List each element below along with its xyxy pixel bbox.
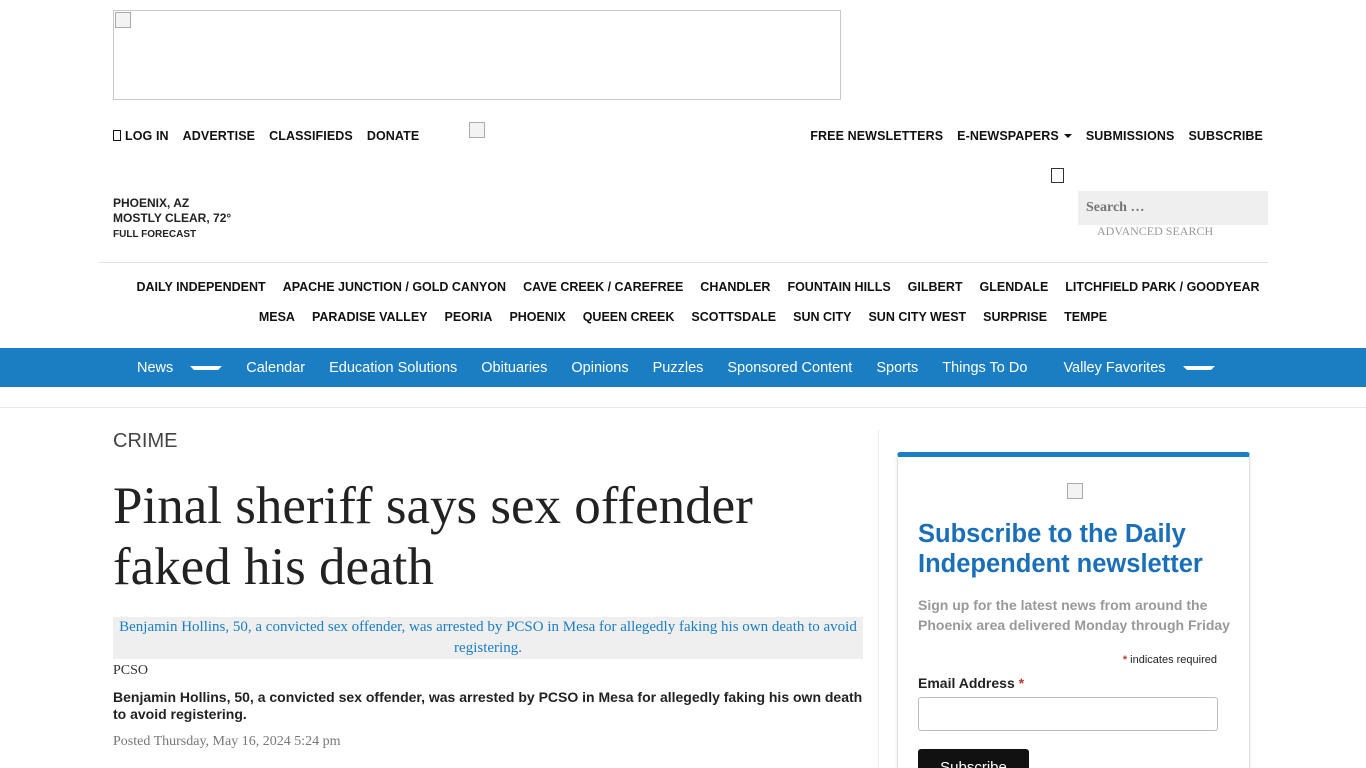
enewspapers-dropdown[interactable]: E-NEWSPAPERS xyxy=(957,129,1072,143)
nav-education-solutions[interactable]: Education Solutions xyxy=(317,360,469,376)
nav-divider xyxy=(0,407,1366,408)
weather-widget: PHOENIX, AZ MOSTLY CLEAR, 72° FULL FOREC… xyxy=(113,196,231,242)
top-nav-right: FREE NEWSLETTERS E-NEWSPAPERS SUBMISSION… xyxy=(810,129,1263,143)
advertise-link[interactable]: ADVERTISE xyxy=(183,129,255,143)
city-link[interactable]: TEMPE xyxy=(1064,310,1107,324)
city-link[interactable]: SURPRISE xyxy=(983,310,1047,324)
header-divider xyxy=(99,262,1268,263)
city-link[interactable]: MESA xyxy=(259,310,295,324)
search-input[interactable] xyxy=(1078,191,1268,225)
donate-link[interactable]: DONATE xyxy=(367,129,419,143)
nav-news[interactable]: News xyxy=(113,360,234,376)
city-link[interactable]: DAILY INDEPENDENT xyxy=(136,280,265,294)
caret-down-icon xyxy=(190,365,223,370)
city-link[interactable]: SUN CITY xyxy=(793,310,851,324)
email-field[interactable] xyxy=(918,697,1218,731)
article-headline: Pinal sheriff says sex offender faked hi… xyxy=(113,477,753,596)
city-link[interactable]: PEORIA xyxy=(445,310,493,324)
city-link[interactable]: QUEEN CREEK xyxy=(583,310,675,324)
advanced-search-link[interactable]: ADVANCED SEARCH xyxy=(1097,224,1213,239)
city-link[interactable]: FOUNTAIN HILLS xyxy=(787,280,890,294)
section-label[interactable]: CRIME xyxy=(113,430,177,453)
city-link[interactable]: PHOENIX xyxy=(509,310,565,324)
photo-caption: Benjamin Hollins, 50, a convicted sex of… xyxy=(113,689,863,722)
newsletter-logo xyxy=(1067,483,1083,499)
city-link[interactable]: SUN CITY WEST xyxy=(868,310,966,324)
weather-condition: MOSTLY CLEAR, 72° xyxy=(113,211,232,225)
free-newsletters-link[interactable]: FREE NEWSLETTERS xyxy=(810,129,943,143)
city-link[interactable]: LITCHFIELD PARK / GOODYEAR xyxy=(1065,280,1259,294)
menu-toggle-icon[interactable] xyxy=(1051,168,1064,183)
cities-nav-row-1: DAILY INDEPENDENT APACHE JUNCTION / GOLD … xyxy=(0,280,1366,294)
subscribe-link[interactable]: SUBSCRIBE xyxy=(1188,129,1263,143)
full-forecast-link[interactable]: FULL FORECAST xyxy=(113,227,231,242)
subscribe-button[interactable]: Subscribe xyxy=(918,749,1029,768)
required-note: * indicates required xyxy=(1122,654,1217,666)
required-star: * xyxy=(1122,654,1128,666)
weather-location: PHOENIX, AZ xyxy=(113,196,190,210)
nav-obituaries[interactable]: Obituaries xyxy=(469,360,559,376)
main-nav-bar: News Calendar Education Solutions Obitua… xyxy=(0,348,1366,387)
article-photo[interactable]: Benjamin Hollins, 50, a convicted sex of… xyxy=(113,617,863,659)
photo-credit: PCSO xyxy=(113,663,149,678)
top-nav-left: LOG IN ADVERTISE CLASSIFIEDS DONATE xyxy=(113,129,419,143)
ad-banner[interactable] xyxy=(113,10,841,100)
newsletter-signup: Subscribe to the Daily Independent newsl… xyxy=(897,452,1250,768)
photo-alt-text: Benjamin Hollins, 50, a convicted sex of… xyxy=(119,619,857,656)
nav-things-to-do[interactable]: Things To Do xyxy=(930,360,1039,376)
newsletter-title: Subscribe to the Daily Independent newsl… xyxy=(918,520,1203,578)
nav-sponsored-content[interactable]: Sponsored Content xyxy=(715,360,864,376)
classifieds-link[interactable]: CLASSIFIEDS xyxy=(269,129,353,143)
nav-sports[interactable]: Sports xyxy=(864,360,930,376)
caret-down-icon xyxy=(1063,134,1072,138)
city-link[interactable]: SCOTTSDALE xyxy=(691,310,776,324)
nav-valley-favorites[interactable]: Valley Favorites xyxy=(1039,360,1226,376)
nav-puzzles[interactable]: Puzzles xyxy=(641,360,716,376)
required-star: * xyxy=(1018,675,1025,691)
user-icon xyxy=(113,130,121,141)
login-link[interactable]: LOG IN xyxy=(113,129,169,143)
city-link[interactable]: CHANDLER xyxy=(700,280,770,294)
city-link[interactable]: APACHE JUNCTION / GOLD CANYON xyxy=(283,280,506,294)
posted-date: Posted Thursday, May 16, 2024 5:24 pm xyxy=(113,734,341,749)
city-link[interactable]: GLENDALE xyxy=(980,280,1049,294)
site-logo[interactable] xyxy=(469,122,485,138)
broken-image-icon xyxy=(115,12,131,28)
cities-nav-row-2: MESA PARADISE VALLEY PEORIA PHOENIX QUEEN CR… xyxy=(0,310,1366,324)
column-divider xyxy=(878,430,879,768)
city-link[interactable]: CAVE CREEK / CAREFREE xyxy=(523,280,683,294)
nav-opinions[interactable]: Opinions xyxy=(559,360,640,376)
email-label: Email Address * xyxy=(918,675,1025,691)
newsletter-description: Sign up for the latest news from around … xyxy=(918,597,1230,633)
caret-down-icon xyxy=(1182,365,1215,370)
nav-calendar[interactable]: Calendar xyxy=(234,360,317,376)
submissions-link[interactable]: SUBMISSIONS xyxy=(1086,129,1175,143)
city-link[interactable]: PARADISE VALLEY xyxy=(312,310,428,324)
city-link[interactable]: GILBERT xyxy=(908,280,963,294)
